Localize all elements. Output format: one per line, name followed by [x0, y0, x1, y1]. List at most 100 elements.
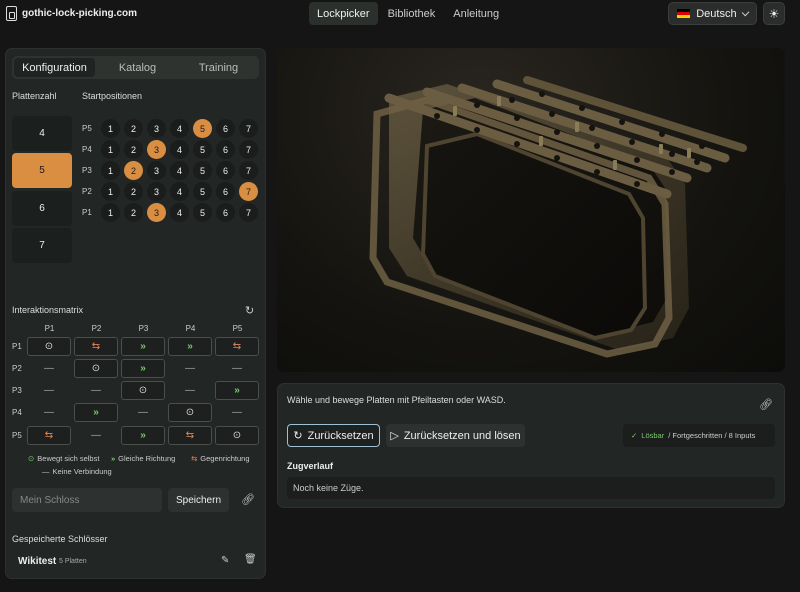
copy-link-icon[interactable]: 🔗︎	[759, 398, 773, 411]
start-position-p2-1[interactable]: 1	[101, 182, 120, 201]
matrix-cell-p2-p4[interactable]: —	[168, 359, 212, 378]
matrix-cell-p2-p2[interactable]: ⊙	[74, 359, 118, 378]
config-panel: Konfiguration Katalog Training Plattenza…	[5, 48, 266, 579]
matrix-cell-p1-p2[interactable]: ⇆	[74, 337, 118, 356]
start-position-p3-3[interactable]: 3	[147, 161, 166, 180]
play-icon: ▷	[390, 430, 399, 442]
nav-anleitung[interactable]: Anleitung	[445, 2, 507, 25]
reset-and-solve-button[interactable]: ▷ Zurücksetzen und lösen	[386, 424, 525, 447]
reset-button[interactable]: ↻ Zurücksetzen	[287, 424, 380, 447]
row-label-p3: P3	[82, 166, 92, 175]
start-position-p5-2[interactable]: 2	[124, 119, 143, 138]
row-label-p4: P4	[82, 145, 92, 154]
start-position-p4-3[interactable]: 3	[147, 140, 166, 159]
start-position-p4-6[interactable]: 6	[216, 140, 235, 159]
start-position-p1-3[interactable]: 3	[147, 203, 166, 222]
top-bar: gothic-lock-picking.com Lockpicker Bibli…	[0, 0, 800, 28]
no-connection-icon: —	[42, 467, 50, 476]
start-position-p5-4[interactable]: 4	[170, 119, 189, 138]
start-position-p2-3[interactable]: 3	[147, 182, 166, 201]
matrix-title: Interaktionsmatrix	[12, 305, 84, 315]
matrix-cell-p2-p1[interactable]: —	[27, 359, 71, 378]
start-position-p2-6[interactable]: 6	[216, 182, 235, 201]
plate-count-4[interactable]: 4	[12, 116, 72, 151]
matrix-cell-p3-p4[interactable]: —	[168, 381, 212, 400]
start-position-p1-1[interactable]: 1	[101, 203, 120, 222]
start-position-p2-7[interactable]: 7	[239, 182, 258, 201]
matrix-cell-p5-p1[interactable]: ⇆	[27, 426, 71, 445]
save-button[interactable]: Speichern	[168, 488, 229, 512]
matrix-col-p5: P5	[232, 324, 243, 333]
matrix-cell-p4-p3[interactable]: —	[121, 403, 165, 422]
matrix-cell-p2-p3[interactable]: »	[121, 359, 165, 378]
start-position-p4-1[interactable]: 1	[101, 140, 120, 159]
start-position-p5-5[interactable]: 5	[193, 119, 212, 138]
chevron-down-icon	[741, 8, 750, 17]
lock-name-input[interactable]	[12, 488, 162, 512]
start-position-p4-4[interactable]: 4	[170, 140, 189, 159]
matrix-cell-p3-p5[interactable]: »	[215, 381, 259, 400]
start-position-p1-5[interactable]: 5	[193, 203, 212, 222]
matrix-cell-p3-p2[interactable]: —	[74, 381, 118, 400]
matrix-cell-p5-p3[interactable]: »	[121, 426, 165, 445]
matrix-cell-p4-p1[interactable]: —	[27, 403, 71, 422]
start-position-p4-7[interactable]: 7	[239, 140, 258, 159]
start-position-p5-6[interactable]: 6	[216, 119, 235, 138]
lock-3d-viewer[interactable]	[277, 48, 785, 372]
matrix-cell-p2-p5[interactable]: —	[215, 359, 259, 378]
matrix-cell-p1-p4[interactable]: »	[168, 337, 212, 356]
start-position-p2-5[interactable]: 5	[193, 182, 212, 201]
matrix-cell-p4-p4[interactable]: ⊙	[168, 403, 212, 422]
start-position-p3-5[interactable]: 5	[193, 161, 212, 180]
start-position-p2-2[interactable]: 2	[124, 182, 143, 201]
trash-icon[interactable]: 🗑︎	[244, 554, 257, 565]
start-position-p4-5[interactable]: 5	[193, 140, 212, 159]
start-position-p3-1[interactable]: 1	[101, 161, 120, 180]
matrix-cell-p4-p5[interactable]: —	[215, 403, 259, 422]
start-position-p2-4[interactable]: 4	[170, 182, 189, 201]
tab-katalog[interactable]: Katalog	[97, 56, 178, 79]
start-position-p4-2[interactable]: 2	[124, 140, 143, 159]
matrix-cell-p3-p1[interactable]: —	[27, 381, 71, 400]
start-position-p3-7[interactable]: 7	[239, 161, 258, 180]
matrix-cell-p3-p3[interactable]: ⊙	[121, 381, 165, 400]
start-position-p5-1[interactable]: 1	[101, 119, 120, 138]
theme-toggle-button[interactable]: ☀	[763, 2, 785, 25]
matrix-cell-p5-p5[interactable]: ⊙	[215, 426, 259, 445]
tab-konfiguration[interactable]: Konfiguration	[14, 58, 95, 77]
matrix-cell-p4-p2[interactable]: »	[74, 403, 118, 422]
start-position-p1-2[interactable]: 2	[124, 203, 143, 222]
padlock-logo-icon	[6, 6, 17, 21]
language-label: Deutsch	[696, 7, 737, 20]
matrix-col-p2: P2	[91, 324, 102, 333]
start-position-p3-2[interactable]: 2	[124, 161, 143, 180]
nav-bibliothek[interactable]: Bibliothek	[380, 2, 444, 25]
nav-lockpicker[interactable]: Lockpicker	[309, 2, 378, 25]
pencil-icon[interactable]: ✎	[221, 555, 229, 566]
share-link-icon[interactable]: 🔗︎	[241, 493, 255, 506]
language-select[interactable]: Deutsch	[668, 2, 757, 25]
saved-lock-name[interactable]: Wikitest	[18, 556, 56, 567]
start-position-p1-4[interactable]: 4	[170, 203, 189, 222]
plate-count-6[interactable]: 6	[12, 191, 72, 226]
start-position-p1-7[interactable]: 7	[239, 203, 258, 222]
matrix-reset-icon[interactable]: ↻	[245, 304, 254, 317]
legend-none: — Keine Verbindung	[42, 467, 112, 476]
plate-count-5[interactable]: 5	[12, 153, 72, 188]
start-position-p3-6[interactable]: 6	[216, 161, 235, 180]
matrix-cell-p5-p2[interactable]: —	[74, 426, 118, 445]
start-position-p1-6[interactable]: 6	[216, 203, 235, 222]
check-icon: ✓	[631, 431, 638, 440]
plate-count-7[interactable]: 7	[12, 228, 72, 263]
matrix-cell-p1-p5[interactable]: ⇆	[215, 337, 259, 356]
tab-training[interactable]: Training	[178, 56, 259, 79]
start-position-p5-3[interactable]: 3	[147, 119, 166, 138]
logo[interactable]: gothic-lock-picking.com	[6, 6, 137, 21]
matrix-cell-p1-p1[interactable]: ⊙	[27, 337, 71, 356]
matrix-cell-p5-p4[interactable]: ⇆	[168, 426, 212, 445]
start-position-p3-4[interactable]: 4	[170, 161, 189, 180]
matrix-cell-p1-p3[interactable]: »	[121, 337, 165, 356]
saved-locks-title: Gespeicherte Schlösser	[12, 534, 108, 544]
site-name: gothic-lock-picking.com	[22, 8, 138, 19]
start-position-p5-7[interactable]: 7	[239, 119, 258, 138]
